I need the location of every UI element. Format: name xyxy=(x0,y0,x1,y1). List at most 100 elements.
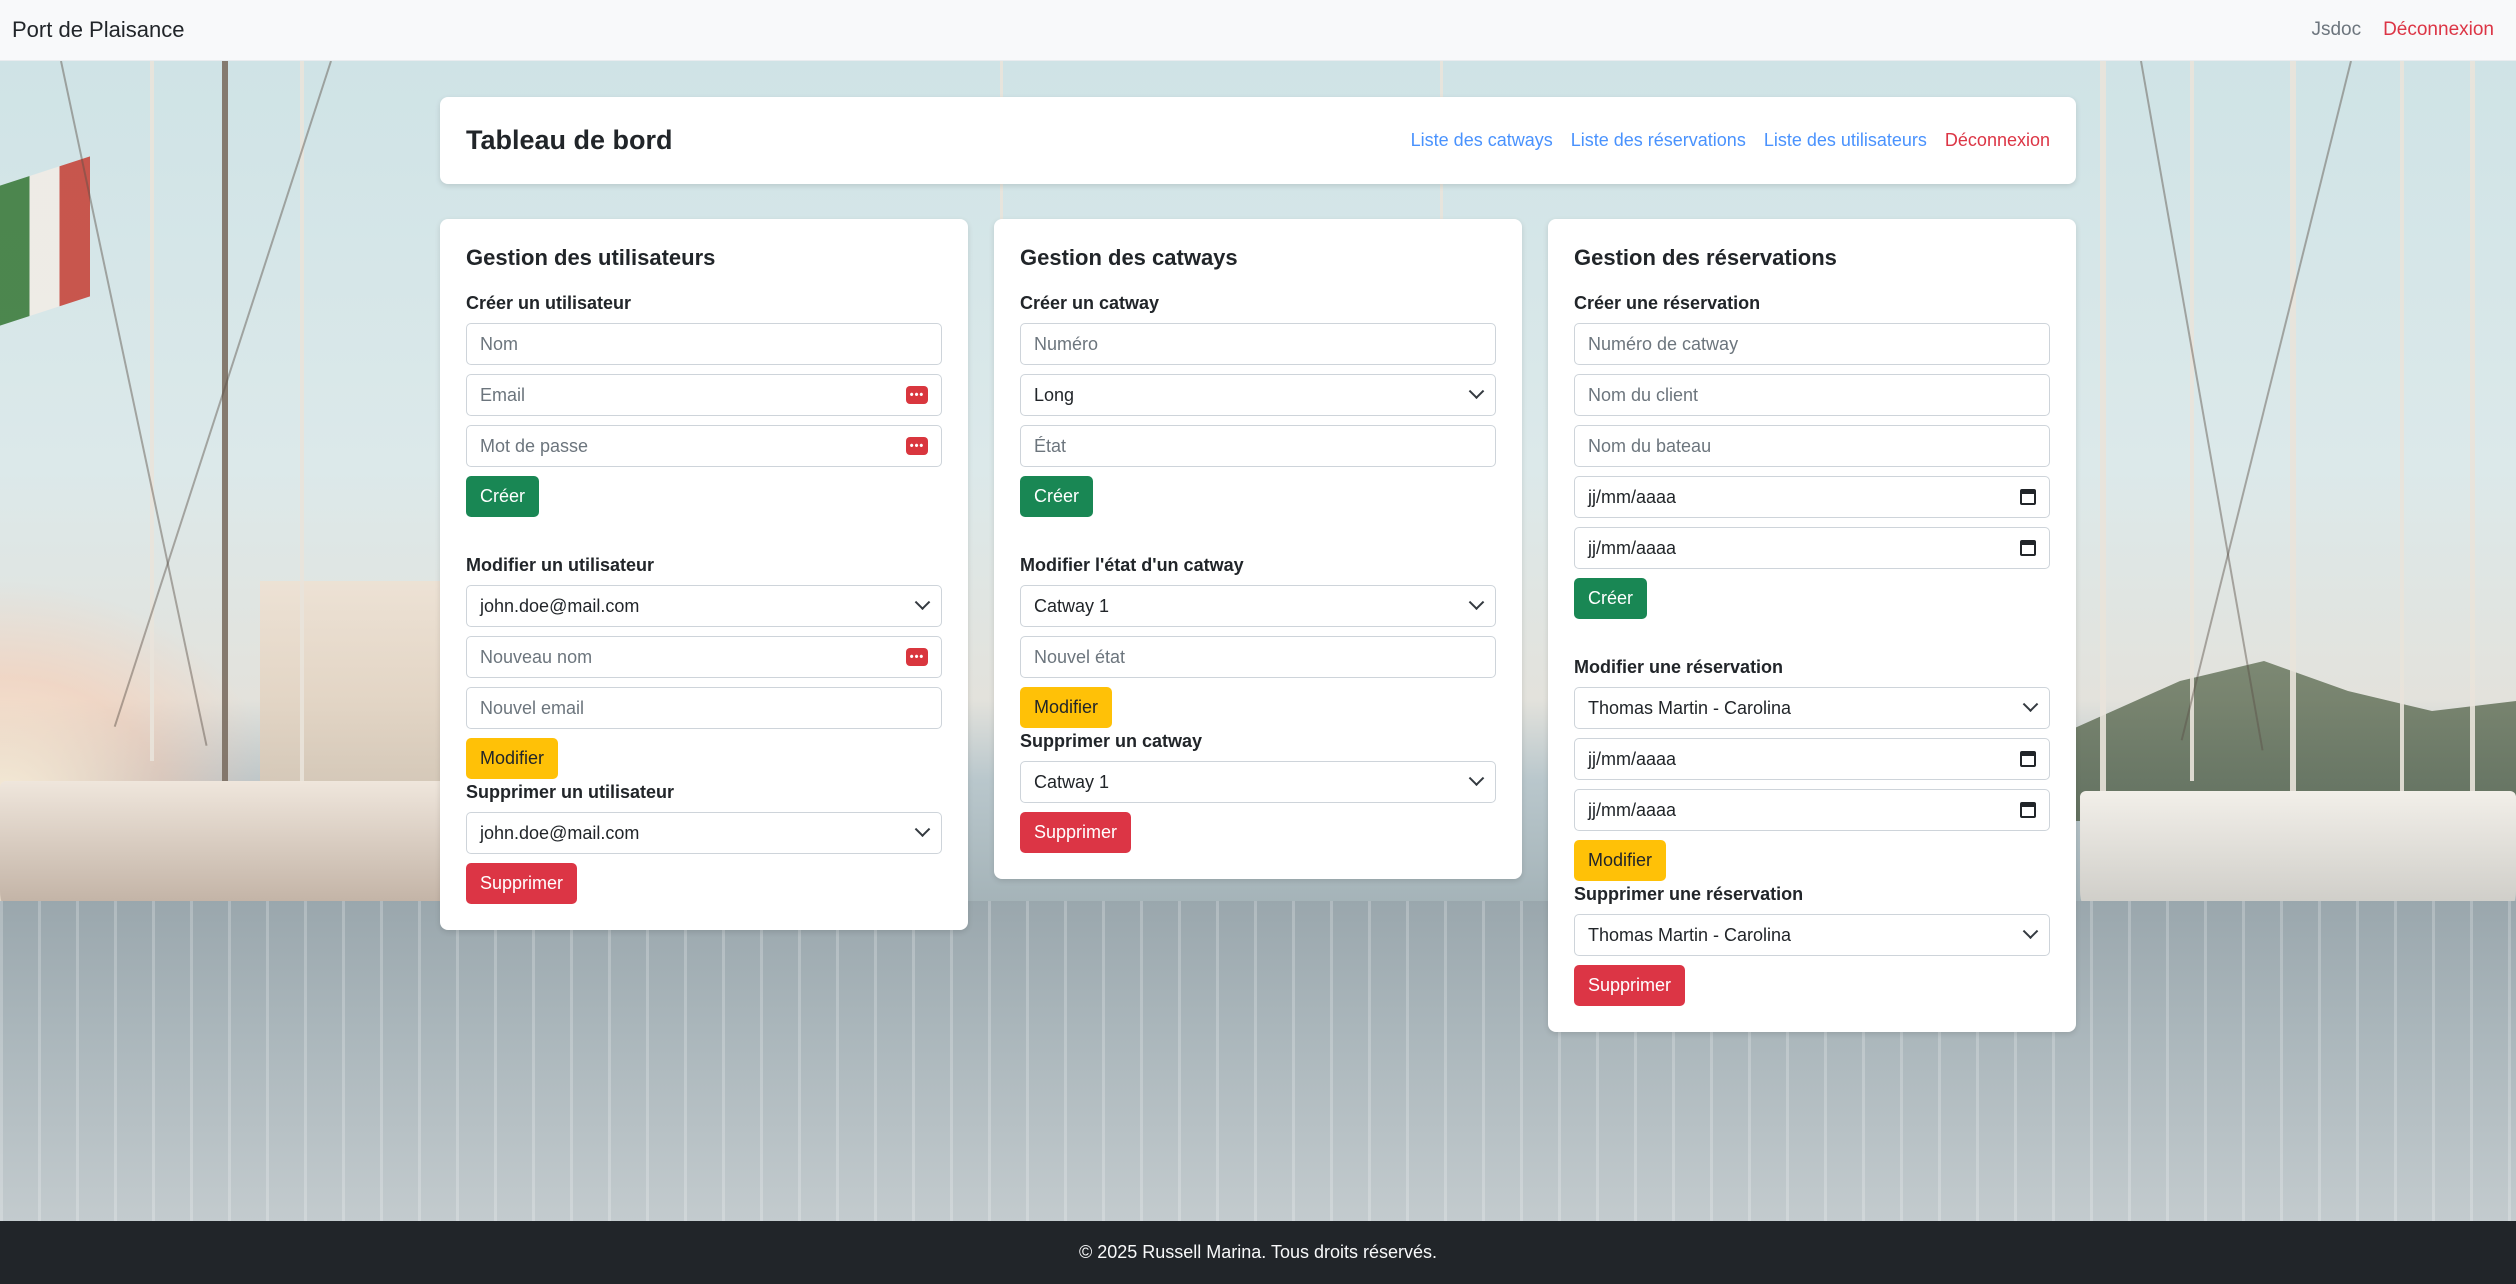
footer-copyright: © 2025 Russell Marina. Tous droits réser… xyxy=(1078,1242,1438,1262)
calendar-icon[interactable] xyxy=(2020,802,2036,818)
create-user-heading: Créer un utilisateur xyxy=(466,293,632,313)
placeholder: Nom du client xyxy=(1588,384,1699,405)
top-navbar: Port de Plaisance Jsdoc Déconnexion xyxy=(0,0,2516,61)
user-name-input[interactable]: Nom xyxy=(466,323,942,365)
edit-user-heading: Modifier un utilisateur xyxy=(466,555,655,575)
dashboard-logout-link[interactable]: Déconnexion xyxy=(1945,130,2050,151)
selected-value: Catway 1 xyxy=(1034,595,1110,616)
reservations-panel: Gestion des réservations Créer une réser… xyxy=(1548,219,2076,1032)
selected-value: Catway 1 xyxy=(1034,771,1110,792)
boat-name-input[interactable]: Nom du bateau xyxy=(1574,425,2050,467)
user-password-input[interactable]: Mot de passe ••• xyxy=(466,425,942,467)
create-reservation-heading: Créer une réservation xyxy=(1574,293,1761,313)
catway-number-input[interactable]: Numéro xyxy=(1020,323,1496,365)
mast-shape xyxy=(2470,61,2475,841)
placeholder: Nom xyxy=(480,333,519,354)
users-panel-title: Gestion des utilisateurs xyxy=(466,245,716,270)
create-catway-heading: Créer un catway xyxy=(1020,293,1160,313)
reservations-panel-title: Gestion des réservations xyxy=(1574,245,1837,270)
chevron-down-icon xyxy=(914,593,931,610)
mast-shape xyxy=(2290,61,2296,861)
flag-shape xyxy=(0,156,90,326)
create-user-button[interactable]: Créer xyxy=(466,476,540,517)
top-nav-links: Jsdoc Déconnexion xyxy=(2311,19,2494,41)
mast-shape xyxy=(2190,61,2194,781)
new-name-input[interactable]: Nouveau nom ••• xyxy=(466,636,942,678)
calendar-icon[interactable] xyxy=(2020,540,2036,556)
date-value: jj/mm/aaaa xyxy=(1588,799,1677,820)
edit-end-date-input[interactable]: jj/mm/aaaa xyxy=(1574,789,2050,831)
password-manager-icon[interactable]: ••• xyxy=(906,648,928,666)
users-panel: Gestion des utilisateurs Créer un utilis… xyxy=(440,219,968,930)
selected-value: john.doe@mail.com xyxy=(480,822,640,843)
delete-reservation-heading: Supprimer une réservation xyxy=(1574,884,1804,904)
catways-panel-title: Gestion des catways xyxy=(1020,245,1238,270)
calendar-icon[interactable] xyxy=(2020,751,2036,767)
password-manager-icon[interactable]: ••• xyxy=(906,386,928,404)
water-reflection-shape xyxy=(0,901,2516,1221)
delete-user-select[interactable]: john.doe@mail.com xyxy=(466,812,942,854)
placeholder: Nouvel état xyxy=(1034,646,1126,667)
start-date-input[interactable]: jj/mm/aaaa xyxy=(1574,476,2050,518)
chevron-down-icon xyxy=(1468,769,1485,786)
mast-shape xyxy=(2100,61,2106,821)
catway-state-input[interactable]: État xyxy=(1020,425,1496,467)
create-reservation-button[interactable]: Créer xyxy=(1574,578,1648,619)
selected-value: Long xyxy=(1034,384,1075,405)
rope-shape xyxy=(60,61,208,746)
placeholder: Email xyxy=(480,384,526,405)
edit-reservation-select[interactable]: Thomas Martin - Carolina xyxy=(1574,687,2050,729)
logout-link[interactable]: Déconnexion xyxy=(2383,19,2494,41)
new-state-input[interactable]: Nouvel état xyxy=(1020,636,1496,678)
selected-value: Thomas Martin - Carolina xyxy=(1588,924,1792,945)
placeholder: Numéro xyxy=(1034,333,1099,354)
chevron-down-icon xyxy=(914,820,931,837)
catway-type-select[interactable]: Long xyxy=(1020,374,1496,416)
edit-user-select[interactable]: john.doe@mail.com xyxy=(466,585,942,627)
page-title: Tableau de bord xyxy=(466,125,673,155)
edit-catway-heading: Modifier l'état d'un catway xyxy=(1020,555,1244,575)
selected-value: john.doe@mail.com xyxy=(480,595,640,616)
edit-catway-button[interactable]: Modifier xyxy=(1020,687,1113,728)
new-email-input[interactable]: Nouvel email xyxy=(466,687,942,729)
catway-number-input[interactable]: Numéro de catway xyxy=(1574,323,2050,365)
rope-shape xyxy=(2140,61,2264,751)
delete-reservation-select[interactable]: Thomas Martin - Carolina xyxy=(1574,914,2050,956)
edit-user-button[interactable]: Modifier xyxy=(466,738,559,779)
users-list-link[interactable]: Liste des utilisateurs xyxy=(1764,130,1927,151)
date-value: jj/mm/aaaa xyxy=(1588,486,1677,507)
delete-user-button[interactable]: Supprimer xyxy=(466,863,578,904)
brand-link[interactable]: Port de Plaisance xyxy=(12,17,184,43)
placeholder: Mot de passe xyxy=(480,435,589,456)
password-manager-icon[interactable]: ••• xyxy=(906,437,928,455)
delete-reservation-button[interactable]: Supprimer xyxy=(1574,965,1686,1006)
calendar-icon[interactable] xyxy=(2020,489,2036,505)
chevron-down-icon xyxy=(2022,695,2039,712)
catways-panel: Gestion des catways Créer un catway Numé… xyxy=(994,219,1522,879)
edit-reservation-button[interactable]: Modifier xyxy=(1574,840,1667,881)
create-catway-button[interactable]: Créer xyxy=(1020,476,1094,517)
client-name-input[interactable]: Nom du client xyxy=(1574,374,2050,416)
placeholder: Numéro de catway xyxy=(1588,333,1739,354)
delete-catway-button[interactable]: Supprimer xyxy=(1020,812,1132,853)
mast-shape xyxy=(222,61,228,841)
reservations-list-link[interactable]: Liste des réservations xyxy=(1571,130,1746,151)
delete-catway-select[interactable]: Catway 1 xyxy=(1020,761,1496,803)
dashboard-nav: Liste des catways Liste des réservations… xyxy=(1411,130,2050,151)
catways-list-link[interactable]: Liste des catways xyxy=(1411,130,1553,151)
mast-shape xyxy=(300,61,304,781)
placeholder: Nouveau nom xyxy=(480,646,593,667)
mast-shape xyxy=(150,61,154,761)
delete-user-heading: Supprimer un utilisateur xyxy=(466,782,675,802)
jsdoc-link[interactable]: Jsdoc xyxy=(2311,19,2361,41)
placeholder: État xyxy=(1034,435,1067,456)
chevron-down-icon xyxy=(1468,593,1485,610)
date-value: jj/mm/aaaa xyxy=(1588,537,1677,558)
chevron-down-icon xyxy=(1468,382,1485,399)
rope-shape xyxy=(2180,61,2352,741)
edit-catway-select[interactable]: Catway 1 xyxy=(1020,585,1496,627)
dashboard-header: Tableau de bord Liste des catways Liste … xyxy=(440,97,2076,184)
user-email-input[interactable]: Email ••• xyxy=(466,374,942,416)
edit-start-date-input[interactable]: jj/mm/aaaa xyxy=(1574,738,2050,780)
end-date-input[interactable]: jj/mm/aaaa xyxy=(1574,527,2050,569)
